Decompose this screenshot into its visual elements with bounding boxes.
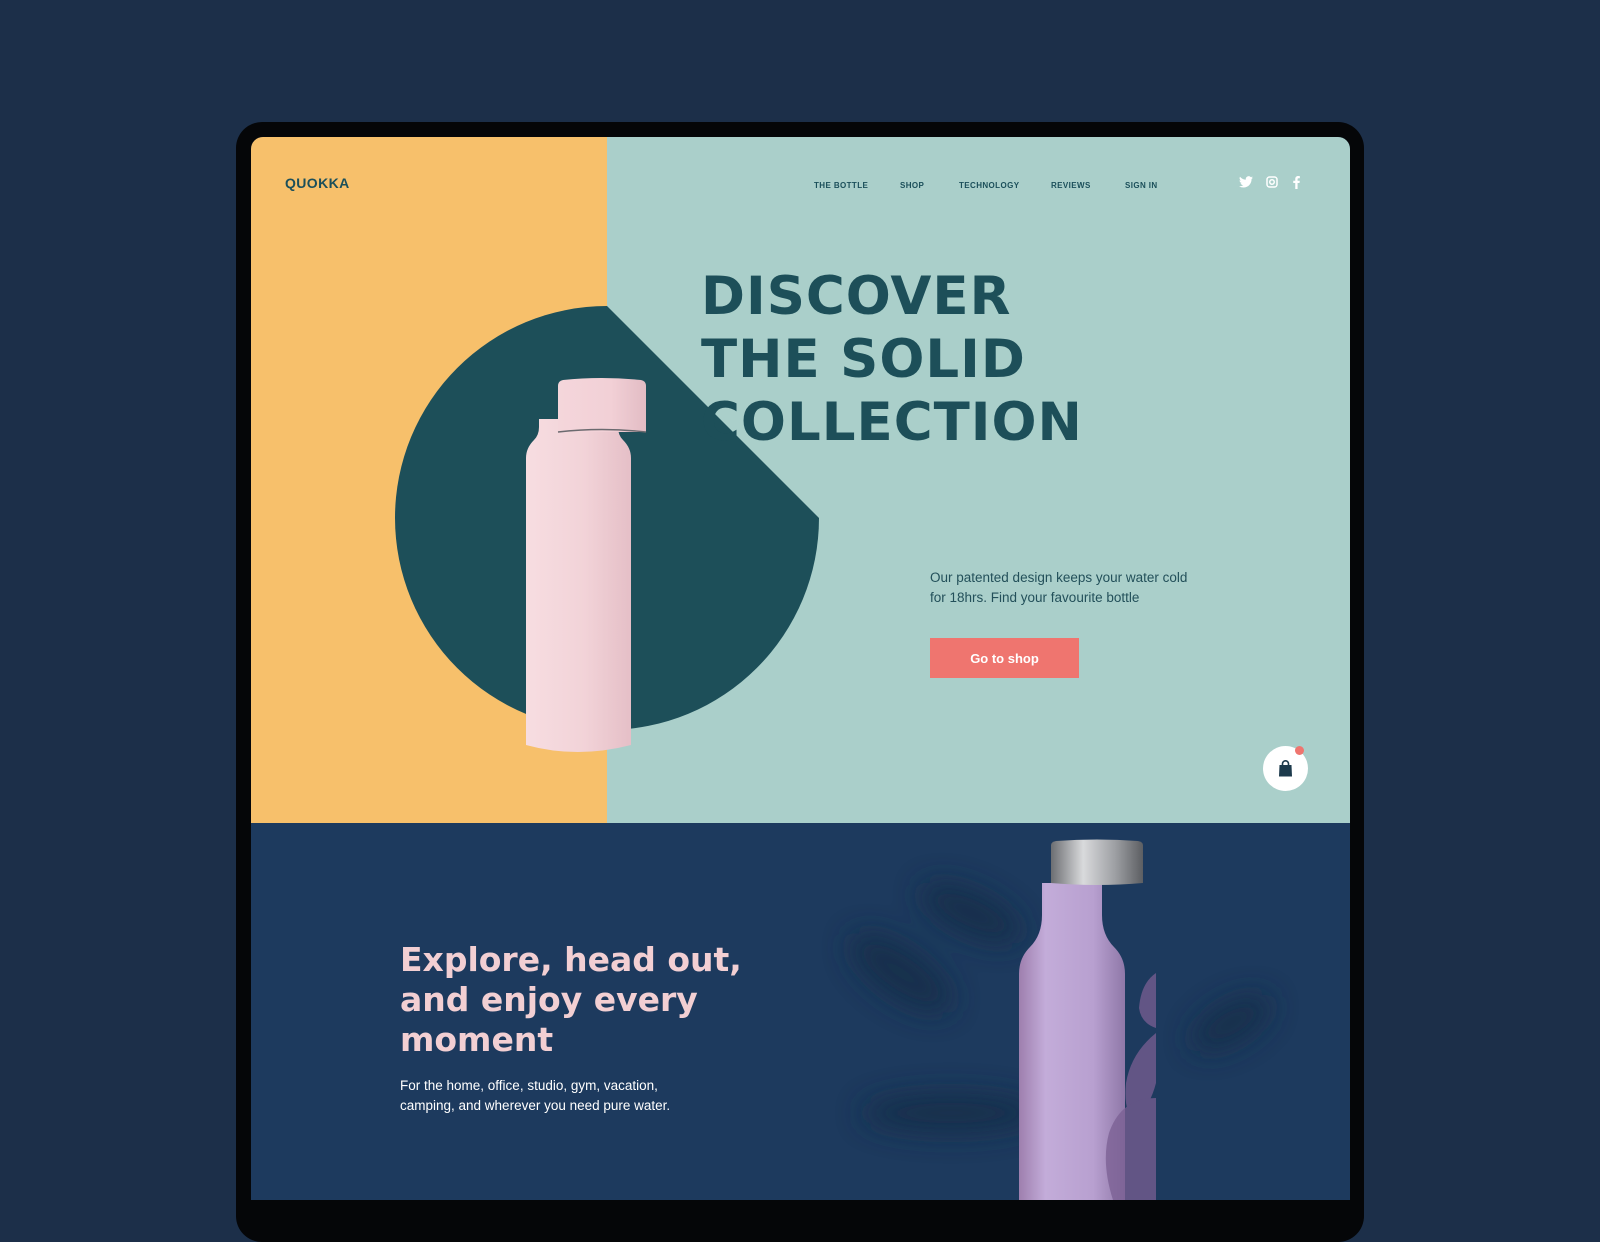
shopping-bag-icon bbox=[1279, 760, 1292, 777]
explore-title-line-2: and enjoy every bbox=[400, 980, 698, 1019]
hero-headline-line-2: THE SOLID bbox=[701, 329, 1026, 390]
explore-title: Explore, head out, and enjoy every momen… bbox=[400, 940, 742, 1060]
nav-item-the-bottle[interactable]: THE BOTTLE bbox=[814, 181, 868, 190]
nav-item-sign-in[interactable]: SIGN IN bbox=[1125, 181, 1158, 190]
nav-item-reviews[interactable]: REVIEWS bbox=[1051, 181, 1091, 190]
hero-headline-line-1: DISCOVER bbox=[701, 266, 1012, 327]
explore-title-line-3: moment bbox=[400, 1020, 554, 1059]
explore-section: Explore, head out, and enjoy every momen… bbox=[251, 823, 1350, 1200]
nav-item-technology[interactable]: TECHNOLOGY bbox=[959, 181, 1019, 190]
facebook-icon[interactable] bbox=[1293, 176, 1300, 189]
nav-item-shop[interactable]: SHOP bbox=[900, 181, 924, 190]
website-screen: QUOKKA THE BOTTLE SHOP TECHNOLOGY REVIEW… bbox=[251, 137, 1350, 1200]
hero-headline-line-3: COLLECTION bbox=[701, 392, 1083, 453]
brand-logo[interactable]: QUOKKA bbox=[285, 175, 350, 191]
go-to-shop-button[interactable]: Go to shop bbox=[930, 638, 1079, 678]
explore-title-line-1: Explore, head out, bbox=[400, 940, 742, 979]
hero-headline: DISCOVER THE SOLID COLLECTION bbox=[701, 265, 1083, 454]
hero-description: Our patented design keeps your water col… bbox=[930, 570, 1188, 605]
hero-graphic bbox=[395, 306, 819, 752]
twitter-icon[interactable] bbox=[1239, 176, 1253, 188]
instagram-icon[interactable] bbox=[1266, 176, 1278, 188]
hero-section: QUOKKA THE BOTTLE SHOP TECHNOLOGY REVIEW… bbox=[251, 137, 1350, 823]
cart-button[interactable] bbox=[1263, 746, 1308, 791]
explore-description: For the home, office, studio, gym, vacat… bbox=[400, 1078, 671, 1113]
cart-notification-dot bbox=[1295, 746, 1304, 755]
